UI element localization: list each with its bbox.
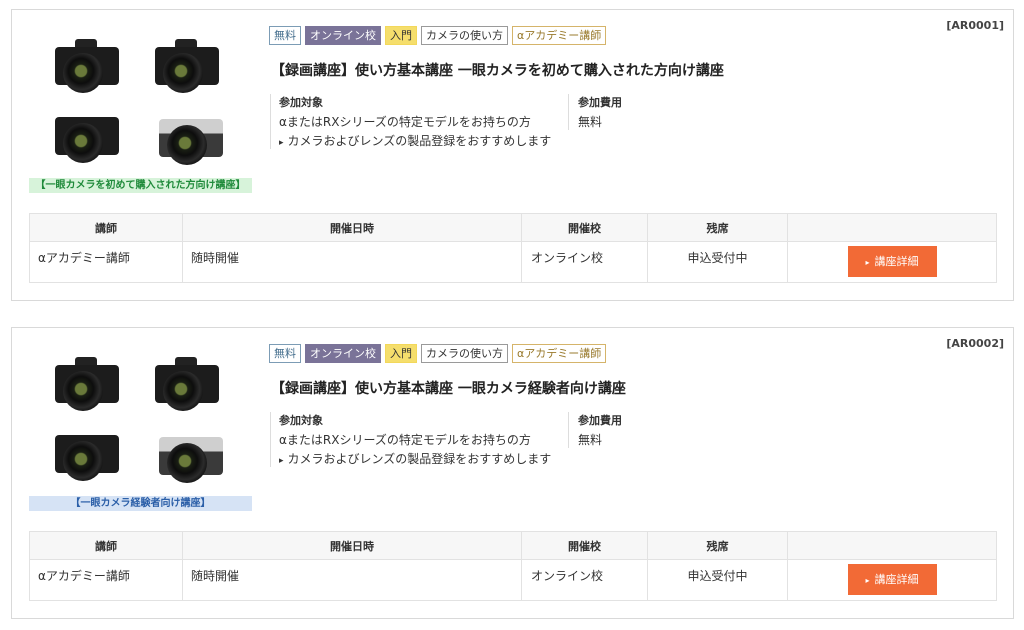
course-card: [AR0001] 【一眼カメラを初めて購入された方向け講座】 無料 オンライン校…: [11, 9, 1014, 301]
tag-online: オンライン校: [305, 26, 381, 45]
fee-section: 参加費用 無料: [568, 94, 728, 130]
fee-heading: 参加費用: [578, 96, 622, 109]
header-school: 開催校: [521, 531, 648, 560]
camera-image: [155, 355, 219, 411]
cell-school: オンライン校: [521, 241, 648, 283]
course-code: [AR0002]: [946, 337, 1004, 350]
tag-instructor: αアカデミー講師: [512, 344, 607, 363]
cell-seats: 申込受付中: [647, 559, 788, 601]
cell-action: 講座詳細: [787, 241, 997, 283]
tag-free: 無料: [269, 344, 301, 363]
table-header-row: 講師 開催日時 開催校 残席: [29, 213, 997, 242]
header-instructor: 講師: [29, 213, 183, 242]
header-school: 開催校: [521, 213, 648, 242]
course-code: [AR0001]: [946, 19, 1004, 32]
tag-instructor: αアカデミー講師: [512, 26, 607, 45]
fee-section: 参加費用 無料: [568, 412, 728, 448]
thumbnail-caption: 【一眼カメラ経験者向け講座】: [29, 496, 252, 511]
course-thumbnail[interactable]: 【一眼カメラ経験者向け講座】: [29, 343, 252, 511]
cell-datetime: 随時開催: [182, 241, 522, 283]
target-section: 参加対象 αまたはRXシリーズの特定モデルをお持ちの方 カメラおよびレンズの製品…: [270, 94, 570, 149]
camera-image: [55, 355, 119, 411]
header-instructor: 講師: [29, 531, 183, 560]
camera-image: [159, 109, 223, 165]
fee-heading: 参加費用: [578, 414, 622, 427]
header-seats: 残席: [647, 213, 788, 242]
course-detail-button[interactable]: 講座詳細: [847, 246, 937, 277]
cell-instructor: αアカデミー講師: [29, 241, 183, 283]
tag-howto: カメラの使い方: [421, 344, 508, 363]
target-heading: 参加対象: [279, 414, 323, 427]
course-title[interactable]: 【録画講座】使い方基本講座 一眼カメラを初めて購入された方向け講座: [271, 60, 724, 80]
cell-seats: 申込受付中: [647, 241, 788, 283]
camera-image: [55, 37, 119, 93]
header-seats: 残席: [647, 531, 788, 560]
cell-action: 講座詳細: [787, 559, 997, 601]
tag-howto: カメラの使い方: [421, 26, 508, 45]
camera-image: [159, 427, 223, 483]
table-row: αアカデミー講師 随時開催 オンライン校 申込受付中 講座詳細: [29, 559, 997, 601]
tag-beginner: 入門: [385, 26, 417, 45]
cell-instructor: αアカデミー講師: [29, 559, 183, 601]
tag-online: オンライン校: [305, 344, 381, 363]
tag-free: 無料: [269, 26, 301, 45]
target-text: αまたはRXシリーズの特定モデルをお持ちの方: [279, 115, 531, 129]
header-action: [787, 213, 997, 242]
fee-value: 無料: [578, 115, 603, 129]
tag-beginner: 入門: [385, 344, 417, 363]
table-row: αアカデミー講師 随時開催 オンライン校 申込受付中 講座詳細: [29, 241, 997, 283]
header-action: [787, 531, 997, 560]
fee-value: 無料: [578, 433, 603, 447]
table-header-row: 講師 開催日時 開催校 残席: [29, 531, 997, 560]
target-note: カメラおよびレンズの製品登録をおすすめします: [279, 450, 570, 467]
course-title[interactable]: 【録画講座】使い方基本講座 一眼カメラ経験者向け講座: [271, 378, 626, 398]
target-note: カメラおよびレンズの製品登録をおすすめします: [279, 132, 570, 149]
camera-image: [155, 37, 219, 93]
target-section: 参加対象 αまたはRXシリーズの特定モデルをお持ちの方 カメラおよびレンズの製品…: [270, 412, 570, 467]
target-text: αまたはRXシリーズの特定モデルをお持ちの方: [279, 433, 531, 447]
schedule-table: 講師 開催日時 開催校 残席 αアカデミー講師 随時開催 オンライン校 申込受付…: [29, 213, 997, 283]
course-detail-button[interactable]: 講座詳細: [847, 564, 937, 595]
target-heading: 参加対象: [279, 96, 323, 109]
course-thumbnail[interactable]: 【一眼カメラを初めて購入された方向け講座】: [29, 25, 252, 193]
cell-datetime: 随時開催: [182, 559, 522, 601]
course-card: [AR0002] 【一眼カメラ経験者向け講座】 無料 オンライン校 入門 カメラ…: [11, 327, 1014, 619]
header-datetime: 開催日時: [182, 531, 522, 560]
camera-image: [55, 107, 119, 163]
thumbnail-caption: 【一眼カメラを初めて購入された方向け講座】: [29, 178, 252, 193]
schedule-table: 講師 開催日時 開催校 残席 αアカデミー講師 随時開催 オンライン校 申込受付…: [29, 531, 997, 601]
cell-school: オンライン校: [521, 559, 648, 601]
header-datetime: 開催日時: [182, 213, 522, 242]
tag-list: 無料 オンライン校 入門 カメラの使い方 αアカデミー講師: [269, 344, 607, 363]
tag-list: 無料 オンライン校 入門 カメラの使い方 αアカデミー講師: [269, 26, 607, 45]
camera-image: [55, 425, 119, 481]
